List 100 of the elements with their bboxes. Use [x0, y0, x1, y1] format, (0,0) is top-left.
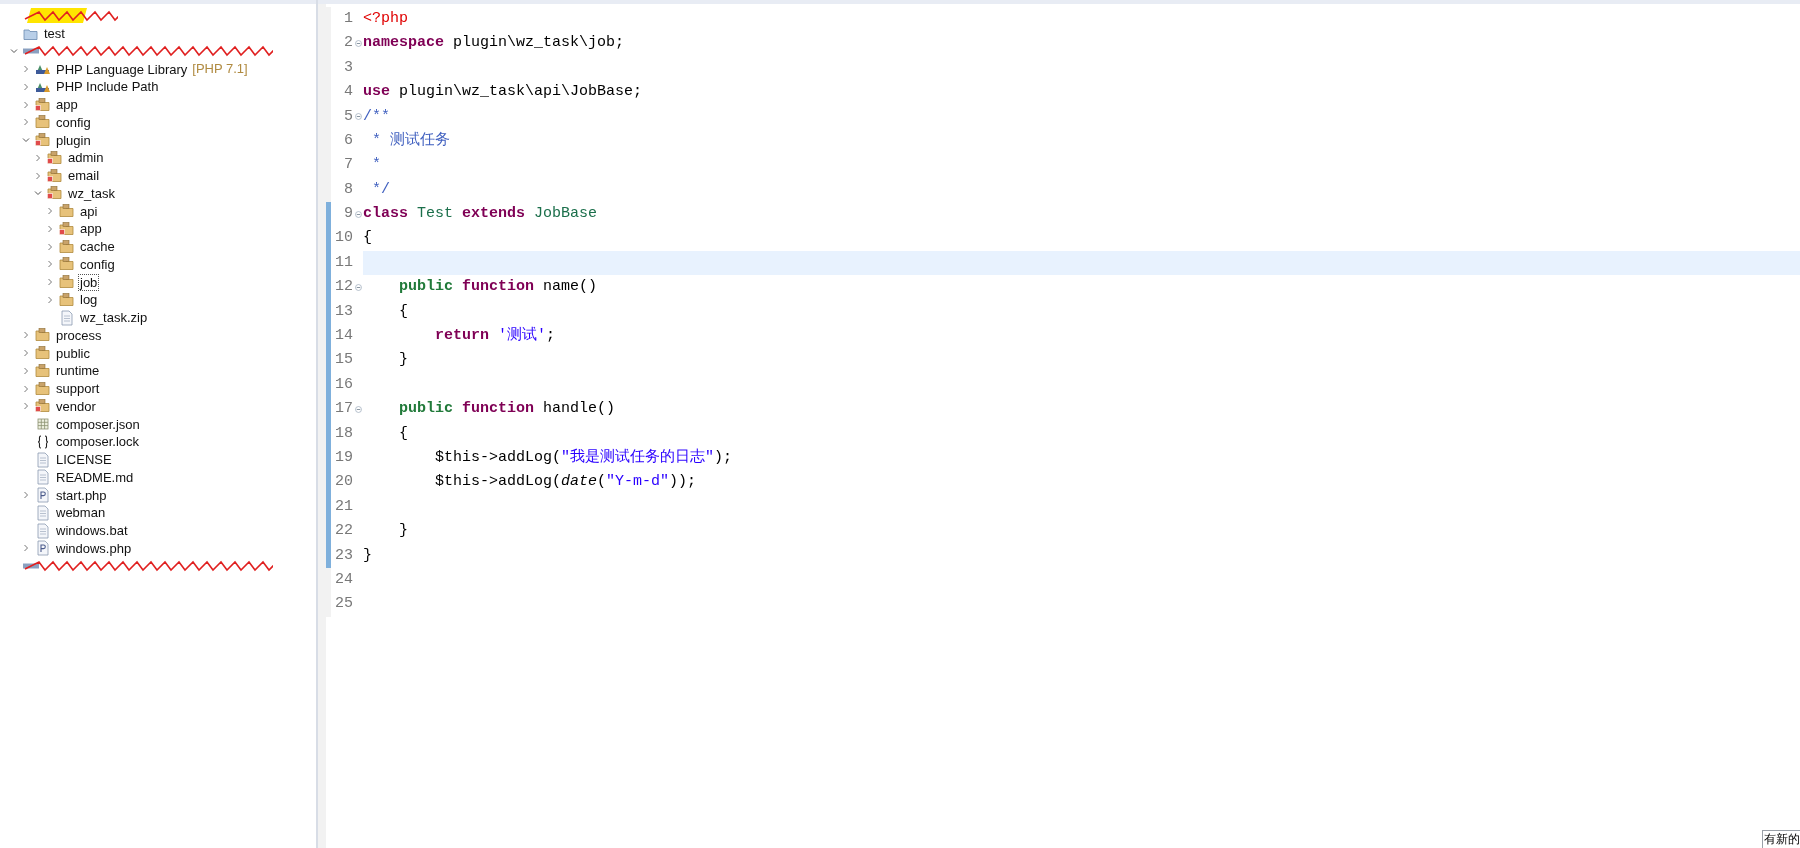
tree-item-label[interactable]: vendor — [54, 397, 98, 415]
line-number: 16 — [334, 374, 353, 395]
folder-icon — [59, 238, 75, 255]
tree-item-label[interactable]: PHP Include Path — [54, 78, 161, 96]
chevron-right-icon[interactable] — [22, 82, 30, 91]
chevron-right-icon[interactable] — [46, 278, 54, 287]
code-line: { — [398, 301, 408, 322]
tree-item-label[interactable]: start.php — [54, 486, 109, 504]
tree-item-label[interactable]: README.md — [54, 468, 136, 486]
tree-item-label[interactable]: api — [78, 202, 100, 220]
chevron-down-icon[interactable] — [34, 189, 42, 198]
line-number: 6 — [343, 130, 353, 151]
folder-icon — [47, 185, 63, 202]
line-number: 8 — [343, 179, 353, 200]
tree-item-label[interactable]: composer.json — [54, 415, 142, 433]
line-number: 22 — [334, 521, 353, 542]
chevron-right-icon[interactable] — [46, 207, 54, 216]
code-line: /** — [363, 106, 390, 127]
tree-item-label[interactable]: windows.php — [54, 539, 134, 557]
file-icon — [35, 522, 51, 539]
chevron-right-icon[interactable] — [46, 224, 54, 233]
chevron-down-icon[interactable] — [10, 47, 18, 56]
fold-icon[interactable] — [354, 405, 362, 413]
line-number: 12 — [334, 277, 353, 298]
fold-icon[interactable] — [354, 40, 362, 48]
chevron-right-icon[interactable] — [22, 118, 30, 127]
tree-item-label[interactable]: LICENSE — [54, 451, 114, 469]
line-number: 9 — [343, 204, 353, 225]
tree-item-label[interactable]: config — [54, 113, 93, 131]
fold-icon[interactable] — [354, 284, 362, 291]
code-line: use plugin\wz_task\api\JobBase; — [363, 82, 643, 103]
code-line: } — [398, 350, 408, 371]
chevron-right-icon[interactable] — [22, 544, 30, 553]
code-line: return '测试'; — [434, 325, 556, 346]
chevron-right-icon[interactable] — [22, 491, 30, 500]
chevron-right-icon[interactable] — [22, 331, 30, 340]
chevron-right-icon[interactable] — [22, 384, 30, 393]
line-number: 24 — [334, 569, 353, 590]
tree-item-label[interactable]: webman — [54, 504, 108, 522]
code-line: */ — [371, 179, 390, 200]
file-icon — [59, 309, 75, 326]
php-file-icon — [35, 487, 51, 504]
chevron-right-icon[interactable] — [46, 260, 54, 269]
chevron-right-icon[interactable] — [46, 295, 54, 304]
folder-icon — [59, 220, 75, 237]
line-number: 4 — [343, 82, 353, 103]
folder-icon — [59, 291, 75, 308]
folder-icon — [47, 149, 63, 166]
tree-item-label[interactable]: app — [54, 96, 80, 114]
chevron-right-icon[interactable] — [22, 366, 30, 375]
tree-item-label[interactable]: wz_task — [66, 184, 117, 202]
chevron-right-icon[interactable] — [22, 349, 30, 358]
line-number: 3 — [343, 57, 353, 78]
tree-item-label[interactable]: support — [54, 380, 102, 398]
folder-icon — [35, 132, 51, 149]
line-number: 25 — [334, 594, 353, 615]
code-line: public function handle() — [398, 399, 616, 420]
chevron-right-icon[interactable] — [46, 242, 54, 251]
code-line: { — [398, 423, 408, 444]
folder-icon — [59, 256, 75, 273]
tree-item-label[interactable]: config — [78, 255, 117, 273]
tree-item-label[interactable]: test — [42, 25, 67, 43]
code-line: class Test extends JobBase — [363, 204, 598, 225]
tree-item-label[interactable]: log — [78, 291, 100, 309]
line-number: 11 — [334, 252, 353, 273]
tree-item-label[interactable]: job — [78, 273, 100, 291]
chevron-right-icon[interactable] — [22, 402, 30, 411]
tree-item-label[interactable]: plugin — [54, 131, 93, 149]
tree-item-label[interactable]: public — [54, 344, 92, 362]
line-number: 10 — [334, 228, 353, 249]
fold-icon[interactable] — [354, 113, 362, 121]
folder-icon — [59, 203, 75, 220]
file-icon — [35, 504, 51, 521]
folder-icon — [35, 398, 51, 415]
chevron-right-icon[interactable] — [22, 65, 30, 74]
tree-item-label[interactable]: cache — [78, 238, 117, 256]
tree-item-label[interactable]: PHP Language Library — [54, 60, 190, 78]
chevron-down-icon[interactable] — [22, 136, 30, 145]
tree-item-label[interactable]: email — [66, 167, 102, 185]
chevron-right-icon[interactable] — [34, 171, 42, 180]
folder-icon — [35, 327, 51, 344]
tree-item-label[interactable]: app — [78, 220, 104, 238]
tree-item-label[interactable]: windows.bat — [54, 522, 130, 540]
line-number: 7 — [343, 155, 353, 176]
tree-item-label[interactable]: admin — [66, 149, 106, 167]
file-icon — [35, 451, 51, 468]
line-number: 23 — [334, 545, 353, 566]
code-line: public function name() — [398, 277, 598, 298]
line-number: 17 — [334, 399, 353, 420]
version-label: [PHP 7.1] — [192, 60, 248, 79]
chevron-right-icon[interactable] — [22, 100, 30, 109]
fold-icon[interactable] — [354, 210, 362, 218]
php-file-icon — [35, 540, 51, 557]
tree-item-label[interactable]: runtime — [54, 362, 102, 380]
line-number: 2 — [343, 33, 353, 54]
folder-icon — [35, 96, 51, 113]
tree-item-label[interactable]: process — [54, 326, 104, 344]
tree-item-label[interactable]: wz_task.zip — [78, 309, 150, 327]
chevron-right-icon[interactable] — [34, 153, 42, 162]
tree-item-label[interactable]: composer.lock — [54, 433, 142, 451]
